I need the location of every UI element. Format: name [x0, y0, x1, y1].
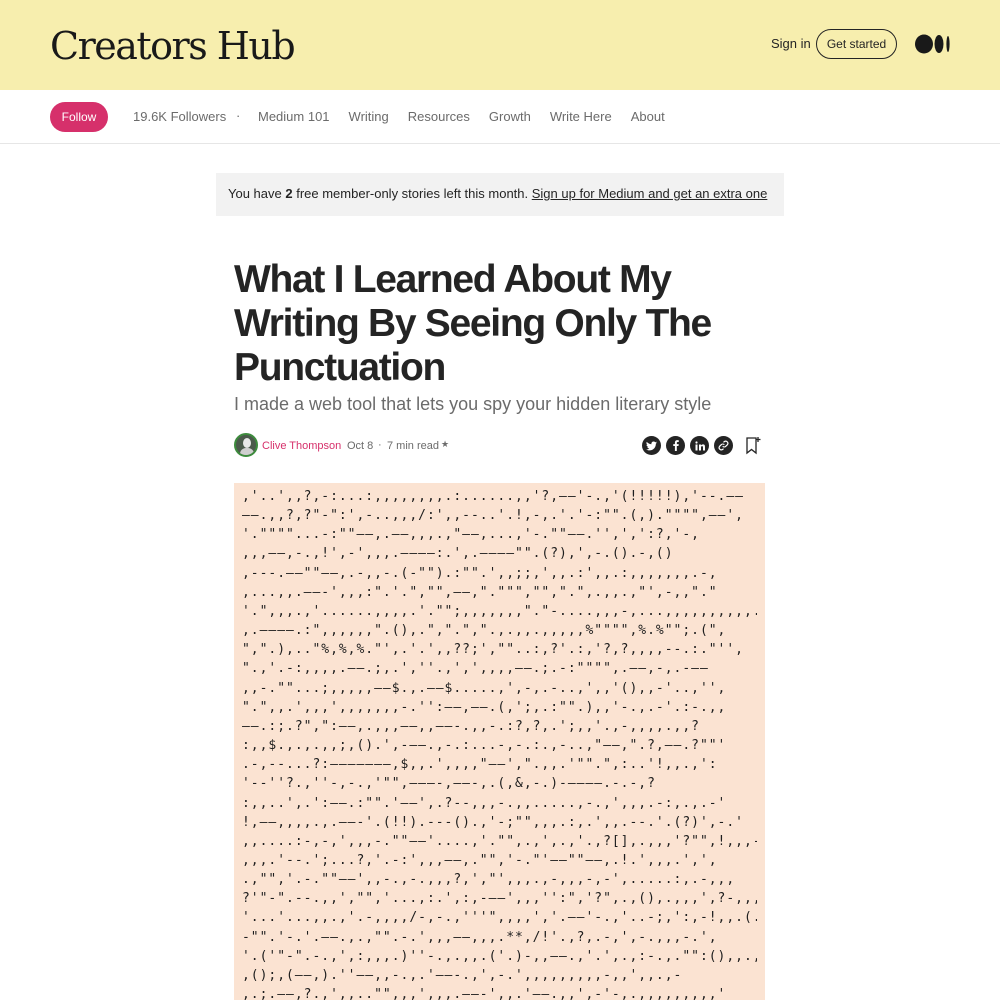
medium-logo-icon[interactable]: [915, 34, 951, 54]
nav-link-medium-101[interactable]: Medium 101: [258, 109, 330, 124]
sign-in-link[interactable]: Sign in: [771, 36, 811, 51]
publish-date: Oct 8: [347, 440, 374, 452]
punctuation-line: '...'...,,.,'.-,,,,/-,-.,'''",,,,','.——'…: [242, 910, 757, 926]
punctuation-line: ,,,——,-.,!',-',,,.————:.',.————"".(?),',…: [242, 546, 674, 562]
punctuation-line: ".",,.',,,',,,,,,,-.'':——,——.(,';,.:"".)…: [242, 699, 727, 715]
punctuation-line: ,,,.'--.';...?,'.-:',,,——,."",'-."'——""—…: [242, 852, 718, 868]
article-meta: Clive Thompson Oct 8 · 7 min read ★: [234, 433, 764, 459]
nav-links: Medium 101 Writing Resources Growth Writ…: [258, 109, 665, 124]
punctuation-line: ,.————.:",,,,,,".(),.",".",".,.,,.,,,,,%…: [242, 623, 727, 639]
author-name[interactable]: Clive Thompson: [262, 440, 341, 452]
signup-link[interactable]: Sign up for Medium and get an extra one: [532, 186, 768, 201]
punctuation-line: ,,....:-,-,',,,-.""——'....,'."",.,',.,'.…: [242, 833, 757, 849]
punctuation-line: ——.,,?,?"-":',-..,,,/:',,--..'.!,-,.'.'-…: [242, 508, 744, 524]
punctuation-line: ",".),.."%,%,%."',.'.',,??;',""..:,?'.:,…: [242, 642, 744, 658]
punctuation-line: ,...,,.——-',,,:".'.","",——,".""","",".",…: [242, 584, 718, 600]
twitter-share-icon[interactable]: [642, 436, 661, 455]
punctuation-line: :,,$.,.,.,,;,().',-——.,-.:...-,-.:.,-..,…: [242, 738, 727, 754]
banner-count: 2: [285, 186, 293, 201]
read-time: 7 min read: [387, 440, 439, 452]
punctuation-line: ".,'.-:,,,,.——.;,.',''.,',',,,,——.;.-:""…: [242, 661, 709, 677]
facebook-share-icon[interactable]: [666, 436, 685, 455]
member-stories-banner: You have 2 free member-only stories left…: [216, 173, 784, 216]
nav-link-growth[interactable]: Growth: [489, 109, 531, 124]
meta-separator: ·: [378, 439, 382, 451]
article-title: What I Learned About My Writing By Seein…: [234, 258, 712, 389]
publication-nav: Follow 19.6K Followers · Medium 101 Writ…: [0, 90, 1000, 144]
nav-separator: ·: [236, 108, 241, 123]
author-avatar[interactable]: [234, 433, 258, 457]
punctuation-line: ,.;.——,?.,',,.."",,,',,,.——-',,.'——.,,',…: [242, 987, 727, 1000]
top-header: Creators Hub Sign in Get started: [0, 0, 1000, 90]
punctuation-line: .,"",'.-.""——',,-.,-.,,,?,',"',,,.,-,,,-…: [242, 872, 736, 888]
punctuation-line: '.('"-".-.,',:,,,.)''-.,.,,.('.)-,,——.,'…: [242, 948, 757, 964]
publication-logo[interactable]: Creators Hub: [50, 24, 296, 68]
followers-count[interactable]: 19.6K Followers: [133, 109, 226, 124]
banner-prefix: You have: [228, 186, 286, 201]
bookmark-icon[interactable]: [745, 436, 761, 455]
nav-link-about[interactable]: About: [631, 109, 665, 124]
punctuation-line: ——.:;.?",":——,.,,,——,,——-.,,-.:?,?,.';,,…: [242, 718, 700, 734]
punctuation-line: ,,-.""...;,,,,,——$.,.——$.....,',-,.-..,'…: [242, 680, 727, 696]
punctuation-image: ,'..',,?,-:...:,,,,,,,,.:......,,'?,——'-…: [234, 483, 765, 1000]
article-subtitle: I made a web tool that lets you spy your…: [234, 394, 712, 414]
banner-middle: free member-only stories left this month…: [292, 186, 532, 201]
punctuation-line: .-,--...?:———————,$,,.',,,,"——',".,,.'""…: [242, 757, 718, 773]
punctuation-line: ,'..',,?,-:...:,,,,,,,,.:......,,'?,——'-…: [242, 489, 744, 504]
punctuation-line: :,,..',.':——.:"".'——',.?--,,,-.,,.....,-…: [242, 795, 727, 811]
punctuation-line: '.",,,.,'......,,,,.'."";,,,,,,,"."-....…: [242, 603, 757, 619]
follow-button[interactable]: Follow: [50, 102, 108, 132]
nav-link-resources[interactable]: Resources: [408, 109, 470, 124]
punctuation-line: '--''?.,''-,-.,'"",———-,——-,.(,&,-.)-———…: [242, 776, 656, 792]
nav-link-write-here[interactable]: Write Here: [550, 109, 612, 124]
punctuation-line: ,();,(——,).''——,,-.,.'——-.,',-.',,,,,,,,…: [242, 967, 683, 983]
punctuation-line: ,---.——""——,.-,,-.(-"").:"".',,;;,',,.:'…: [242, 565, 718, 581]
copy-link-icon[interactable]: [714, 436, 733, 455]
nav-link-writing[interactable]: Writing: [349, 109, 389, 124]
punctuation-line: -"".'-.'.——.,.,"".-.',,,——,,,.**,/!'.,?,…: [242, 929, 718, 945]
linkedin-share-icon[interactable]: [690, 436, 709, 455]
punctuation-line: !,——,,,,.,.——-'.(!!).---().,'-;"",,,.:,.…: [242, 814, 744, 830]
get-started-button[interactable]: Get started: [816, 29, 897, 59]
punctuation-line: '.""""...-:""——,.——,,,.,"——,...,'-.""——.…: [242, 527, 700, 543]
member-star-icon: ★: [441, 439, 450, 449]
punctuation-line: ?'"-".--.,,',"",'...,:.',:,-——',,,'':",'…: [242, 891, 757, 907]
